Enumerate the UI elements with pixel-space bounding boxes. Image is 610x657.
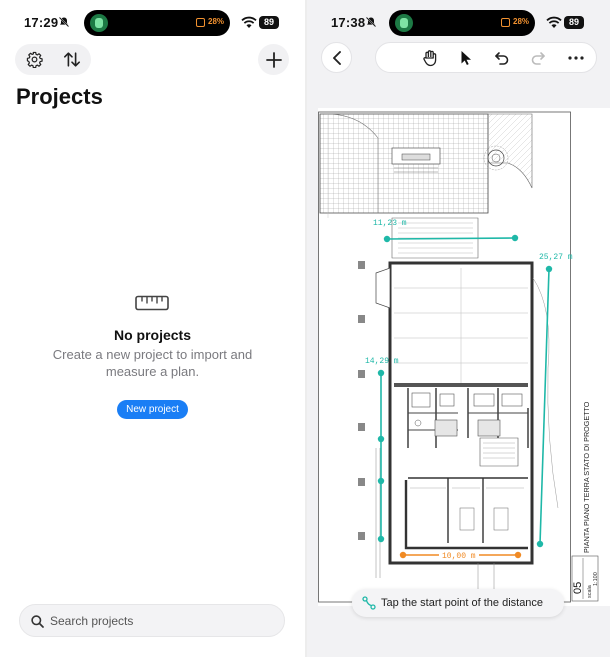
settings-button[interactable]	[15, 44, 53, 75]
measure-point[interactable]	[383, 235, 391, 243]
select-tool-button[interactable]	[454, 48, 478, 68]
status-bar: 17:29 28% 89	[0, 10, 305, 36]
distance-tool-icon	[362, 596, 376, 610]
dynamic-island: 28%	[389, 10, 535, 36]
measure-line-11-23	[386, 237, 516, 240]
page-title: Projects	[16, 84, 103, 109]
measure-point[interactable]	[399, 551, 407, 559]
measure-point[interactable]	[536, 540, 544, 548]
redo-icon	[531, 52, 545, 65]
hint-toast: Tap the start point of the distance	[352, 589, 564, 617]
sheet-title: PIANTA PIANO TERRA STATO DI PROGETTO	[582, 401, 591, 553]
redo-button[interactable]	[526, 48, 550, 68]
hint-text: Tap the start point of the distance	[381, 597, 544, 609]
app-activity-icon	[90, 14, 108, 32]
dynamic-island: 28%	[84, 10, 230, 36]
back-chevron-icon	[332, 50, 341, 65]
more-button[interactable]	[564, 48, 588, 68]
status-time: 17:38	[331, 15, 366, 30]
plan-measure-screen: 17:38 28% 89 05 scala 1:100 PIANTA PIANO…	[307, 0, 610, 657]
app-activity-icon	[395, 14, 413, 32]
measure-label-10-00: 10,00 m	[442, 552, 476, 561]
hand-icon	[423, 50, 437, 67]
measure-label-11-23: 11,23 m	[373, 219, 407, 228]
measure-point[interactable]	[511, 234, 519, 242]
wifi-icon	[546, 16, 562, 28]
more-icon	[568, 56, 584, 60]
sheet-number: 05	[572, 582, 584, 594]
island-battery-percent: 28%	[208, 17, 225, 26]
measure-label-25-27: 25,27 m	[539, 253, 573, 262]
measure-line-25-27	[539, 268, 550, 545]
status-time: 17:29	[24, 15, 59, 30]
bell-muted-icon	[365, 16, 377, 28]
new-project-button[interactable]: New project	[117, 400, 188, 419]
measure-point[interactable]	[377, 477, 385, 485]
battery-indicator: 89	[259, 16, 279, 29]
status-bar: 17:38 28% 89	[307, 10, 610, 36]
measure-point[interactable]	[545, 265, 553, 273]
wifi-icon	[241, 16, 257, 28]
projects-screen: 17:29 28% 89 Projects No projects Create…	[0, 0, 305, 657]
search-bar[interactable]	[19, 604, 285, 637]
empty-state-title: No projects	[113, 327, 191, 343]
sort-arrows-icon	[63, 52, 81, 67]
gear-icon	[26, 51, 43, 68]
plan-toolbar	[375, 42, 597, 73]
undo-icon	[495, 52, 509, 65]
battery-indicator: 89	[564, 16, 584, 29]
measure-point[interactable]	[377, 369, 385, 377]
low-battery-icon	[501, 18, 510, 27]
ruler-icon	[135, 295, 169, 311]
add-project-button[interactable]	[258, 44, 289, 75]
measure-point[interactable]	[377, 435, 385, 443]
bell-muted-icon	[58, 16, 70, 28]
pointer-icon	[461, 51, 471, 65]
plus-icon	[265, 51, 282, 68]
toolbar-pill	[15, 44, 91, 75]
low-battery-icon	[196, 18, 205, 27]
measure-point[interactable]	[377, 535, 385, 543]
measure-label-14-29: 14,29 m	[365, 357, 399, 366]
pan-tool-button[interactable]	[418, 48, 442, 68]
terrace-slope	[487, 113, 533, 189]
search-icon	[31, 615, 44, 628]
back-button[interactable]	[321, 42, 352, 73]
undo-button[interactable]	[490, 48, 514, 68]
sort-button[interactable]	[53, 44, 91, 75]
scale-value: 1:100	[593, 572, 599, 586]
search-input[interactable]	[50, 613, 270, 629]
measure-point[interactable]	[514, 551, 522, 559]
empty-state-description: Create a new project to import and measu…	[52, 347, 253, 379]
island-battery-percent: 28%	[513, 17, 530, 26]
floor-plan-drawing: 05 scala 1:100 PIANTA PIANO TERRA STATO …	[318, 111, 599, 603]
floor-plan-canvas[interactable]: 05 scala 1:100 PIANTA PIANO TERRA STATO …	[318, 108, 610, 606]
